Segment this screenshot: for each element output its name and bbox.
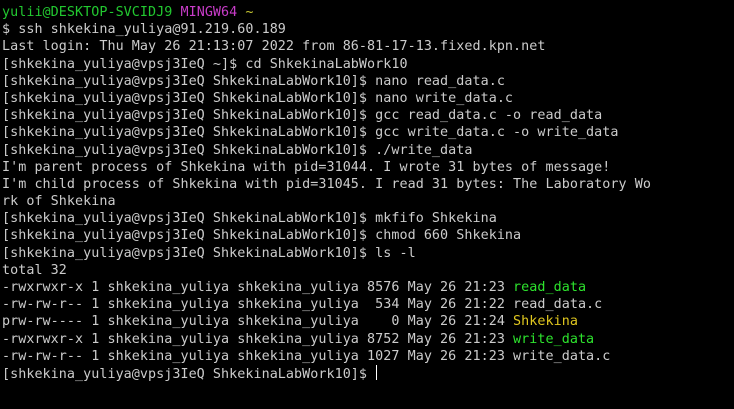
terminal-line: [shkekina_yuliya@vpsj3IeQ ShkekinaLabWor… xyxy=(2,125,619,141)
ls-meta: -rwxrwxr-x 1 shkekina_yuliya shkekina_yu… xyxy=(2,331,514,347)
terminal-line: [shkekina_yuliya@vpsj3IeQ ShkekinaLabWor… xyxy=(2,73,505,89)
prompt-env: MINGW64 xyxy=(180,5,238,20)
terminal-line: [shkekina_yuliya@vpsj3IeQ ~]$ cd Shkekin… xyxy=(2,56,408,72)
terminal-line: [shkekina_yuliya@vpsj3IeQ ShkekinaLabWor… xyxy=(2,108,603,124)
terminal-output-line: I'm parent process of Shkekina with pid=… xyxy=(2,159,611,175)
prompt-dir: ~ xyxy=(245,5,254,20)
terminal-line: [shkekina_yuliya@vpsj3IeQ ShkekinaLabWor… xyxy=(2,228,522,244)
ls-filename: read_data.c xyxy=(513,297,603,313)
terminal-window[interactable]: yulii@DESKTOP-SVCIDJ9 MINGW64 ~ $ ssh sh… xyxy=(0,0,734,409)
ls-row: -rw-rw-r-- 1 shkekina_yuliya shkekina_yu… xyxy=(2,348,734,365)
ls-row: -rw-rw-r-- 1 shkekina_yuliya shkekina_yu… xyxy=(2,296,734,313)
ls-row: -rwxrwxr-x 1 shkekina_yuliya shkekina_yu… xyxy=(2,331,734,348)
terminal-output-line: rk of Shkekina xyxy=(2,194,116,210)
ls-filename: write_data xyxy=(513,331,595,347)
prompt-user-host: yulii@DESKTOP-SVCIDJ9 xyxy=(2,5,173,20)
terminal-output-line: I'm child process of Shkekina with pid=3… xyxy=(2,176,651,192)
text-cursor xyxy=(376,364,378,380)
final-prompt: [shkekina_yuliya@vpsj3IeQ ShkekinaLabWor… xyxy=(2,366,376,382)
local-prompt-line: yulii@DESKTOP-SVCIDJ9 MINGW64 ~ xyxy=(2,4,734,21)
ls-meta: -rw-rw-r-- 1 shkekina_yuliya shkekina_yu… xyxy=(2,297,514,313)
ls-meta: prw-rw---- 1 shkekina_yuliya shkekina_yu… xyxy=(2,314,514,330)
ls-filename: write_data.c xyxy=(513,348,611,364)
ls-meta: -rwxrwxr-x 1 shkekina_yuliya shkekina_yu… xyxy=(2,280,514,295)
terminal-line: [shkekina_yuliya@vpsj3IeQ ShkekinaLabWor… xyxy=(2,245,416,261)
terminal-output-line: total 32 xyxy=(2,262,67,278)
ls-row: -rwxrwxr-x 1 shkekina_yuliya shkekina_yu… xyxy=(2,279,734,296)
ls-meta: -rw-rw-r-- 1 shkekina_yuliya shkekina_yu… xyxy=(2,348,514,364)
ls-row: prw-rw---- 1 shkekina_yuliya shkekina_yu… xyxy=(2,313,734,330)
terminal-line: [shkekina_yuliya@vpsj3IeQ ShkekinaLabWor… xyxy=(2,142,473,158)
terminal-line: [shkekina_yuliya@vpsj3IeQ ShkekinaLabWor… xyxy=(2,211,497,227)
ls-filename: Shkekina xyxy=(513,314,578,330)
terminal-line: [shkekina_yuliya@vpsj3IeQ ShkekinaLabWor… xyxy=(2,90,514,106)
active-prompt-line[interactable]: [shkekina_yuliya@vpsj3IeQ ShkekinaLabWor… xyxy=(2,364,734,382)
ls-filename: read_data xyxy=(513,280,587,295)
terminal-line: $ ssh shkekina_yuliya@91.219.60.189 xyxy=(2,22,286,38)
terminal-line: Last login: Thu May 26 21:13:07 2022 fro… xyxy=(2,39,546,55)
